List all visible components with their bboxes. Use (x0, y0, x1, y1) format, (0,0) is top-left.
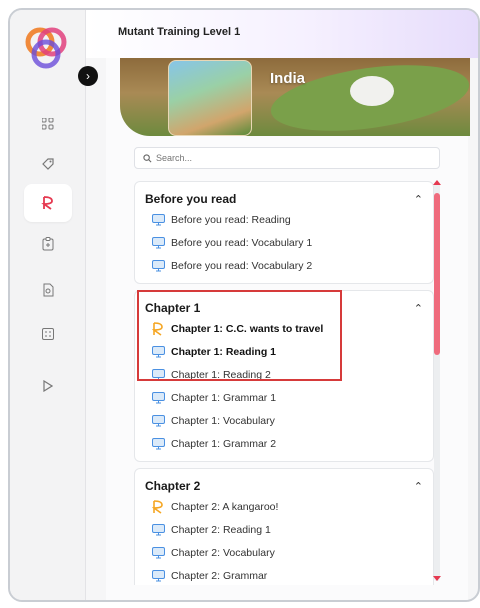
banner-illustration-animal (350, 76, 394, 106)
scrollbar-thumb[interactable] (434, 193, 440, 355)
list-item[interactable]: Chapter 1: Reading 2 (145, 363, 423, 386)
monitor-icon (151, 345, 165, 359)
chevron-up-icon[interactable]: ⌃ (414, 193, 423, 206)
section-header[interactable]: Chapter 2 ⌃ (145, 477, 423, 495)
list-item-label: Chapter 2: Grammar (171, 569, 268, 582)
list-item[interactable]: Chapter 1: Grammar 2 (145, 432, 423, 455)
monitor-icon (151, 569, 165, 583)
reader-icon (151, 499, 165, 514)
banner-title: India (270, 70, 306, 87)
list-item-label: Before you read: Vocabulary 2 (171, 259, 313, 272)
list-item-label: Chapter 1: C.C. wants to travel (171, 322, 324, 335)
section-before-you-read: Before you read ⌃ Before you read: Readi… (134, 181, 434, 284)
list-item[interactable]: Before you read: Vocabulary 1 (145, 231, 423, 254)
list-item[interactable]: Chapter 2: Vocabulary (145, 541, 423, 564)
search-input[interactable] (156, 153, 416, 163)
list-item[interactable]: Chapter 1: Reading 1 (145, 340, 423, 363)
section-header[interactable]: Before you read ⌃ (145, 190, 423, 208)
section-title: Chapter 2 (145, 479, 201, 493)
monitor-icon (151, 391, 165, 405)
reader-icon[interactable] (24, 184, 72, 222)
list-item[interactable]: Before you read: Vocabulary 2 (145, 254, 423, 277)
search-box[interactable] (134, 147, 440, 169)
monitor-icon (151, 523, 165, 537)
app-window: › Mutant Training Level 1 India Before y… (8, 8, 480, 602)
play-icon[interactable] (36, 374, 60, 398)
collapse-sidebar-button[interactable]: › (78, 66, 98, 86)
section-chapter-2: Chapter 2 ⌃ Chapter 2: A kangaroo! Chapt… (134, 468, 434, 585)
calculator-icon[interactable] (36, 322, 60, 346)
page-title: Mutant Training Level 1 (118, 26, 241, 38)
list-item-label: Chapter 2: A kangaroo! (171, 500, 279, 513)
clipboard-icon[interactable] (36, 232, 60, 256)
list-item[interactable]: Before you read: Reading (145, 208, 423, 231)
monitor-icon (151, 546, 165, 560)
search-icon (143, 153, 152, 162)
grid-icon[interactable] (36, 112, 60, 136)
chevron-up-icon[interactable]: ⌃ (414, 302, 423, 315)
list-item[interactable]: Chapter 1: Grammar 1 (145, 386, 423, 409)
list-item[interactable]: Chapter 2: Reading 1 (145, 518, 423, 541)
list-item[interactable]: Chapter 2: A kangaroo! (145, 495, 423, 518)
list-item-label: Chapter 1: Vocabulary (171, 414, 275, 427)
list-item-label: Chapter 1: Reading 1 (171, 345, 277, 358)
app-logo[interactable] (22, 24, 70, 72)
document-icon[interactable] (36, 278, 60, 302)
monitor-icon (151, 437, 165, 451)
section-header[interactable]: Chapter 1 ⌃ (145, 299, 423, 317)
list-item-label: Before you read: Reading (171, 213, 291, 226)
scroll-up-icon[interactable] (433, 180, 441, 185)
lesson-list: Before you read ⌃ Before you read: Readi… (134, 181, 434, 585)
book-banner: India (120, 58, 470, 136)
monitor-icon (151, 259, 165, 273)
list-item-label: Chapter 2: Vocabulary (171, 546, 275, 559)
scroll-down-icon[interactable] (433, 576, 441, 581)
scrollbar[interactable] (434, 181, 440, 581)
section-title: Before you read (145, 192, 237, 206)
section-chapter-1: Chapter 1 ⌃ Chapter 1: C.C. wants to tra… (134, 290, 434, 462)
top-header: Mutant Training Level 1 (86, 10, 478, 58)
monitor-icon (151, 236, 165, 250)
book-cover-thumbnail (168, 60, 252, 136)
monitor-icon (151, 368, 165, 382)
list-item-label: Before you read: Vocabulary 1 (171, 236, 313, 249)
list-item-label: Chapter 1: Grammar 1 (171, 391, 277, 404)
list-item-label: Chapter 1: Grammar 2 (171, 437, 277, 450)
list-item-label: Chapter 1: Reading 2 (171, 368, 271, 381)
sidebar (10, 10, 86, 600)
monitor-icon (151, 213, 165, 227)
monitor-icon (151, 414, 165, 428)
section-title: Chapter 1 (145, 301, 201, 315)
list-item[interactable]: Chapter 1: Vocabulary (145, 409, 423, 432)
list-item-label: Chapter 2: Reading 1 (171, 523, 271, 536)
list-item[interactable]: Chapter 1: C.C. wants to travel (145, 317, 423, 340)
reader-icon (151, 321, 165, 336)
tag-icon[interactable] (36, 152, 60, 176)
list-item[interactable]: Chapter 2: Grammar (145, 564, 423, 585)
chevron-up-icon[interactable]: ⌃ (414, 480, 423, 493)
